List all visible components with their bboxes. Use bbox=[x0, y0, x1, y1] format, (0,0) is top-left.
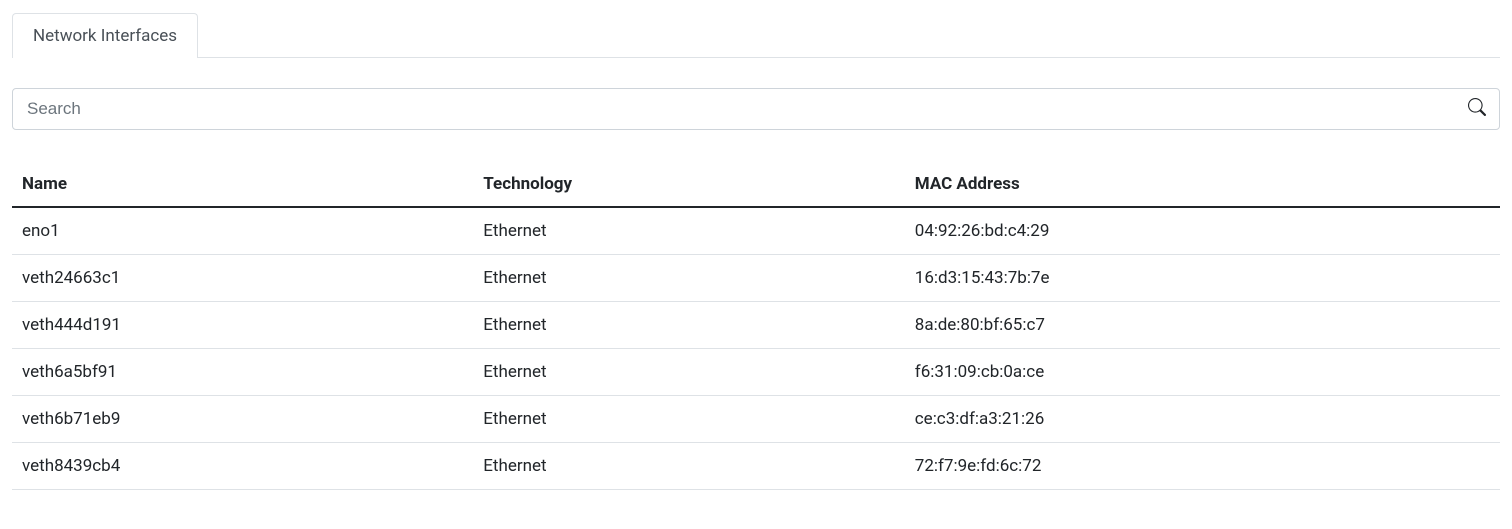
cell-technology: Ethernet bbox=[473, 302, 905, 349]
table-row[interactable]: veth6b71eb9 Ethernet ce:c3:df:a3:21:26 bbox=[12, 396, 1500, 443]
tab-network-interfaces[interactable]: Network Interfaces bbox=[12, 13, 198, 58]
cell-mac: 16:d3:15:43:7b:7e bbox=[905, 255, 1500, 302]
column-header-technology[interactable]: Technology bbox=[473, 162, 905, 207]
cell-technology: Ethernet bbox=[473, 396, 905, 443]
table-row[interactable]: veth6a5bf91 Ethernet f6:31:09:cb:0a:ce bbox=[12, 349, 1500, 396]
cell-mac: 72:f7:9e:fd:6c:72 bbox=[905, 443, 1500, 490]
cell-name: veth6a5bf91 bbox=[12, 349, 473, 396]
cell-technology: Ethernet bbox=[473, 207, 905, 255]
cell-name: veth444d191 bbox=[12, 302, 473, 349]
table-row[interactable]: veth8439cb4 Ethernet 72:f7:9e:fd:6c:72 bbox=[12, 443, 1500, 490]
cell-technology: Ethernet bbox=[473, 443, 905, 490]
table-row[interactable]: veth444d191 Ethernet 8a:de:80:bf:65:c7 bbox=[12, 302, 1500, 349]
cell-technology: Ethernet bbox=[473, 255, 905, 302]
tab-label: Network Interfaces bbox=[33, 26, 177, 46]
cell-technology: Ethernet bbox=[473, 349, 905, 396]
table-row[interactable]: eno1 Ethernet 04:92:26:bd:c4:29 bbox=[12, 207, 1500, 255]
column-header-name[interactable]: Name bbox=[12, 162, 473, 207]
network-interfaces-table: Name Technology MAC Address eno1 Etherne… bbox=[12, 162, 1500, 490]
column-header-mac-address[interactable]: MAC Address bbox=[905, 162, 1500, 207]
cell-name: eno1 bbox=[12, 207, 473, 255]
cell-name: veth24663c1 bbox=[12, 255, 473, 302]
cell-mac: ce:c3:df:a3:21:26 bbox=[905, 396, 1500, 443]
cell-name: veth6b71eb9 bbox=[12, 396, 473, 443]
search-icon[interactable] bbox=[1468, 98, 1486, 120]
table-header-row: Name Technology MAC Address bbox=[12, 162, 1500, 207]
cell-name: veth8439cb4 bbox=[12, 443, 473, 490]
cell-mac: 8a:de:80:bf:65:c7 bbox=[905, 302, 1500, 349]
tabs-container: Network Interfaces bbox=[12, 12, 1500, 58]
table-row[interactable]: veth24663c1 Ethernet 16:d3:15:43:7b:7e bbox=[12, 255, 1500, 302]
cell-mac: f6:31:09:cb:0a:ce bbox=[905, 349, 1500, 396]
search-input[interactable] bbox=[12, 88, 1500, 130]
search-wrapper bbox=[12, 88, 1500, 130]
table-body: eno1 Ethernet 04:92:26:bd:c4:29 veth2466… bbox=[12, 207, 1500, 490]
cell-mac: 04:92:26:bd:c4:29 bbox=[905, 207, 1500, 255]
